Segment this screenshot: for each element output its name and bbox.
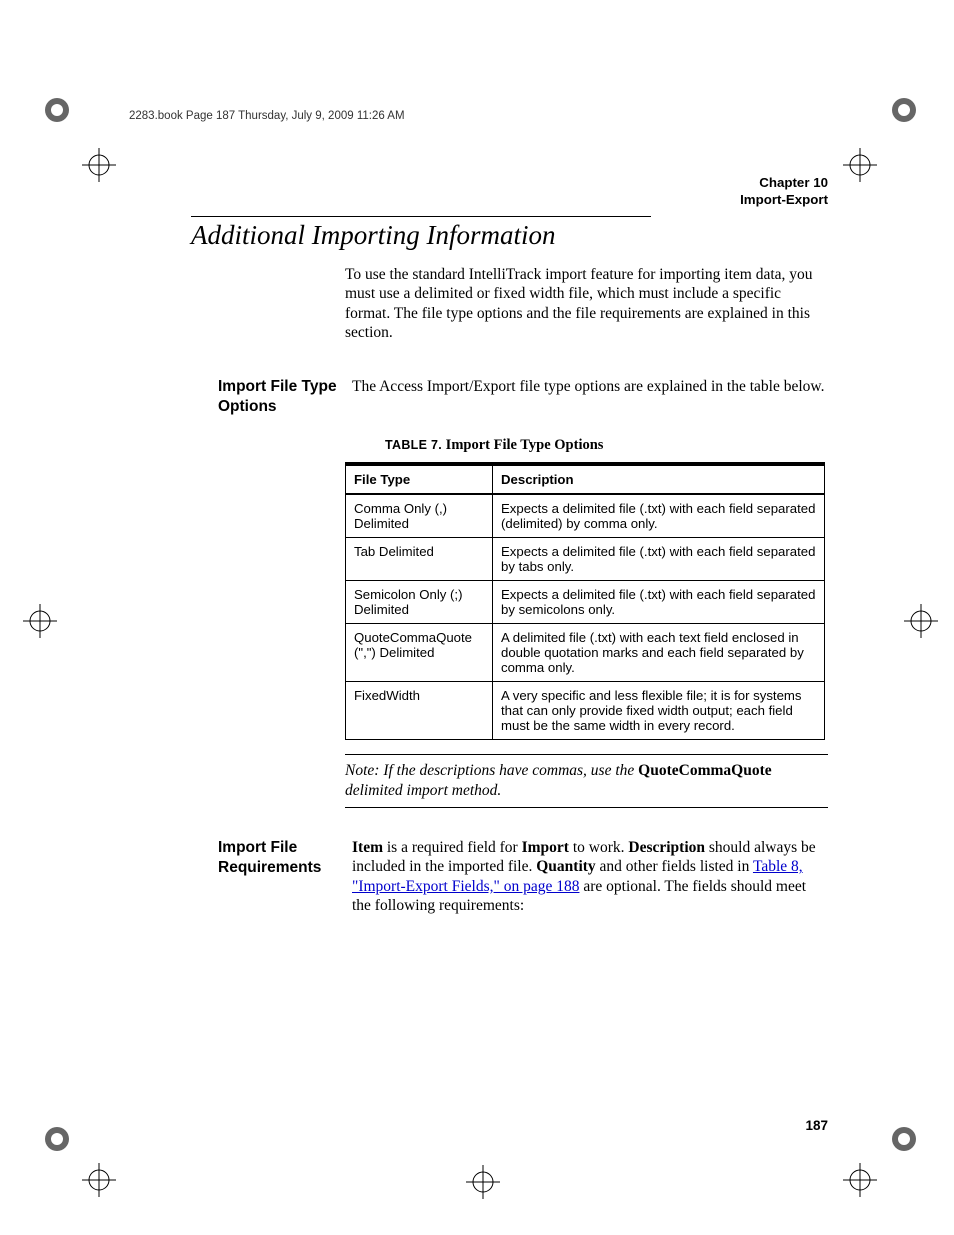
running-head-chapter: Chapter 10 <box>740 174 828 191</box>
table-row: QuoteCommaQuote (",") Delimited A delimi… <box>346 623 825 681</box>
table-header-filetype: File Type <box>346 464 493 494</box>
page-root: 2283.book Page 187 Thursday, July 9, 200… <box>0 0 954 1235</box>
section-label: Import File Requirements <box>218 838 352 878</box>
registration-mark-icon <box>82 148 116 182</box>
req-quantity: Quantity <box>536 858 595 875</box>
table-caption-label: TABLE 7. <box>385 438 442 452</box>
table-cell-filetype: Semicolon Only (;) Delimited <box>346 580 493 623</box>
req-text: and other fields listed in <box>596 858 753 875</box>
table-cell-description: Expects a delimited file (.txt) with eac… <box>493 580 825 623</box>
running-head: Chapter 10 Import-Export <box>740 174 828 209</box>
table-header-description: Description <box>493 464 825 494</box>
req-description: Description <box>628 839 705 856</box>
table-caption: TABLE 7. Import File Type Options <box>385 437 828 454</box>
table-row: Tab Delimited Expects a delimited file (… <box>346 537 825 580</box>
note-body-b: delimited import method. <box>345 782 501 799</box>
registration-mark-icon <box>466 1165 500 1199</box>
registration-mark-icon <box>843 1163 877 1197</box>
section-file-requirements: Import File Requirements Item is a requi… <box>218 838 828 916</box>
crop-header-text: 2283.book Page 187 Thursday, July 9, 200… <box>129 110 850 122</box>
registration-mark-icon <box>23 604 57 638</box>
crop-ornament-icon <box>43 1125 71 1153</box>
table-cell-description: A delimited file (.txt) with each text f… <box>493 623 825 681</box>
table-row: FixedWidth A very specific and less flex… <box>346 681 825 739</box>
table-cell-description: Expects a delimited file (.txt) with eac… <box>493 494 825 538</box>
req-item: Item <box>352 839 383 856</box>
crop-ornament-icon <box>890 1125 918 1153</box>
registration-mark-icon <box>82 1163 116 1197</box>
table-row: Comma Only (,) Delimited Expects a delim… <box>346 494 825 538</box>
note-bold: QuoteCommaQuote <box>638 762 771 779</box>
table-caption-title: Import File Type Options <box>442 437 603 453</box>
h1-rule <box>191 216 651 217</box>
note-label: Note: <box>345 762 379 779</box>
note-block: Note: If the descriptions have commas, u… <box>345 754 828 808</box>
crop-ornament-icon <box>43 96 71 124</box>
content-area: To use the standard IntelliTrack import … <box>218 265 828 916</box>
intro-paragraph: To use the standard IntelliTrack import … <box>345 265 828 343</box>
section-file-type-options: Import File Type Options The Access Impo… <box>218 377 828 417</box>
table-cell-filetype: Comma Only (,) Delimited <box>346 494 493 538</box>
page-number: 187 <box>805 1118 828 1133</box>
note-body-a: If the descriptions have commas, use the <box>379 762 638 779</box>
page-title: Additional Importing Information <box>191 220 556 251</box>
req-import: Import <box>522 839 569 856</box>
section-label: Import File Type Options <box>218 377 352 417</box>
table-cell-description: Expects a delimited file (.txt) with eac… <box>493 537 825 580</box>
crop-ornament-icon <box>890 96 918 124</box>
table-7: TABLE 7. Import File Type Options File T… <box>345 437 828 740</box>
section-body: The Access Import/Export file type optio… <box>352 377 828 396</box>
table-cell-filetype: Tab Delimited <box>346 537 493 580</box>
running-head-section: Import-Export <box>740 191 828 208</box>
table-row: Semicolon Only (;) Delimited Expects a d… <box>346 580 825 623</box>
registration-mark-icon <box>904 604 938 638</box>
req-text: is a required field for <box>383 839 522 856</box>
table-cell-filetype: FixedWidth <box>346 681 493 739</box>
table-cell-description: A very specific and less flexible file; … <box>493 681 825 739</box>
req-text: to work. <box>569 839 628 856</box>
registration-mark-icon <box>843 148 877 182</box>
table-cell-filetype: QuoteCommaQuote (",") Delimited <box>346 623 493 681</box>
section-body: Item is a required field for Import to w… <box>352 838 828 916</box>
